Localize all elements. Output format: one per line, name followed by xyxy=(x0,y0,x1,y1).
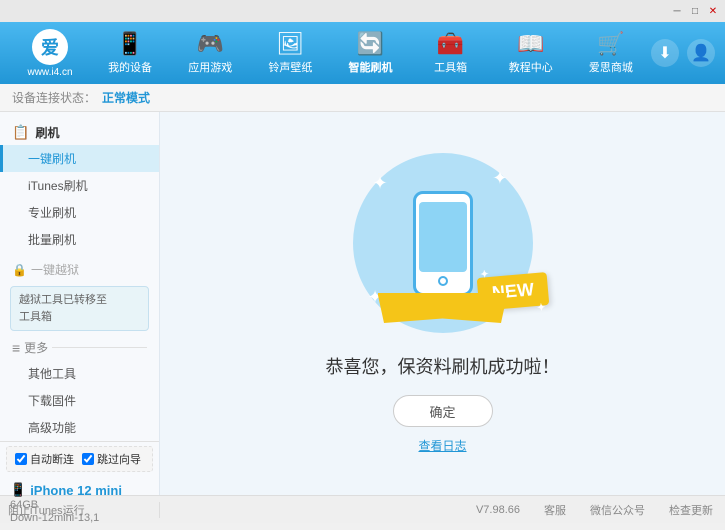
nav-tutorial[interactable]: 📖 教程中心 xyxy=(496,31,566,75)
maximize-button[interactable]: □ xyxy=(687,3,703,19)
nav-toolbox[interactable]: 🧰 工具箱 xyxy=(416,31,486,75)
skip-wizard-label: 跳过向导 xyxy=(97,451,141,467)
status-bar: 设备连接状态： 正常模式 xyxy=(0,84,725,112)
content-area: ✦ ✦ ✦ NEW 恭喜您，保资料刷机成功啦！ 确定 查看日志 xyxy=(160,112,725,495)
sidebar-item-other-tools[interactable]: 其他工具 xyxy=(0,360,159,387)
toolbox-label: 工具箱 xyxy=(434,59,467,75)
tutorial-icon: 📖 xyxy=(517,31,544,57)
jailbreak-notice-text: 越狱工具已转移至工具箱 xyxy=(19,294,107,323)
logo[interactable]: 爱 www.i4.cn xyxy=(10,29,90,78)
check-update-link[interactable]: 检查更新 xyxy=(669,502,713,518)
user-button[interactable]: 👤 xyxy=(687,39,715,67)
toolbox-icon: 🧰 xyxy=(437,31,464,57)
divider-line xyxy=(52,347,147,348)
daily-link[interactable]: 查看日志 xyxy=(418,437,466,454)
close-button[interactable]: ✕ xyxy=(705,3,721,19)
tutorial-label: 教程中心 xyxy=(509,59,553,75)
flash-section: 📋 刷机 一键刷机 iTunes刷机 专业刷机 批量刷机 xyxy=(0,120,159,253)
footer-left: 阻止iTunes运行 xyxy=(0,502,160,518)
download-button[interactable]: ⬇ xyxy=(651,39,679,67)
phone-home xyxy=(438,276,448,286)
sparkle-tl: ✦ xyxy=(373,173,388,194)
minimize-button[interactable]: ─ xyxy=(669,3,685,19)
footer-main: V7.98.66 客服 微信公众号 检查更新 xyxy=(160,502,725,518)
one-key-jailbreak-label: 一键越狱 xyxy=(31,261,79,278)
ribbon xyxy=(378,293,508,323)
jailbreak-notice: 越狱工具已转移至工具箱 xyxy=(10,286,149,331)
sidebar-item-pro-flash[interactable]: 专业刷机 xyxy=(0,199,159,226)
sidebar-item-download-firmware[interactable]: 下载固件 xyxy=(0,387,159,414)
main-layout: 📋 刷机 一键刷机 iTunes刷机 专业刷机 批量刷机 🔒 一键越狱 越狱工具… xyxy=(0,112,725,495)
logo-subtitle: www.i4.cn xyxy=(27,67,72,78)
customer-service-link[interactable]: 客服 xyxy=(544,502,566,518)
confirm-button[interactable]: 确定 xyxy=(393,395,493,427)
more-section-icon: ≡ xyxy=(12,340,20,356)
auto-disconnect-input[interactable] xyxy=(15,453,27,465)
auto-disconnect-checkbox[interactable]: 自动断连 xyxy=(15,451,74,467)
sidebar-item-advanced[interactable]: 高级功能 xyxy=(0,414,159,441)
phone-illustration: ✦ ✦ ✦ NEW xyxy=(353,153,533,333)
smart-flash-label: 智能刷机 xyxy=(348,59,392,75)
nav-right: ⬇ 👤 xyxy=(651,39,715,67)
flash-section-header: 📋 刷机 xyxy=(0,120,159,145)
skip-wizard-checkbox[interactable]: 跳过向导 xyxy=(82,451,141,467)
nav-my-device[interactable]: 📱 我的设备 xyxy=(95,31,165,75)
header: 爱 www.i4.cn 📱 我的设备 🎮 应用游戏 🖼 铃声壁纸 🔄 智能刷机 … xyxy=(0,22,725,84)
status-value: 正常模式 xyxy=(102,89,150,106)
lock-icon: 🔒 xyxy=(12,263,27,277)
sparkle-tr: ✦ xyxy=(492,168,507,189)
sidebar: 📋 刷机 一键刷机 iTunes刷机 专业刷机 批量刷机 🔒 一键越狱 越狱工具… xyxy=(0,112,160,495)
smart-flash-icon: 🔄 xyxy=(357,31,384,57)
phone-body xyxy=(413,191,473,296)
logo-icon: 爱 xyxy=(32,29,68,65)
more-section-divider: ≡ 更多 xyxy=(0,335,159,360)
my-device-icon: 📱 xyxy=(116,31,143,57)
device-name: 📱 iPhone 12 mini xyxy=(10,482,149,498)
apps-games-icon: 🎮 xyxy=(197,31,224,57)
skip-wizard-input[interactable] xyxy=(82,453,94,465)
sidebar-item-itunes-flash[interactable]: iTunes刷机 xyxy=(0,172,159,199)
title-bar: ─ □ ✕ xyxy=(0,0,725,22)
version-label: V7.98.66 xyxy=(476,504,520,516)
auto-disconnect-label: 自动断连 xyxy=(30,451,74,467)
more-section-label: 更多 xyxy=(24,339,48,356)
istore-icon: 🛒 xyxy=(597,31,624,57)
success-text: 恭喜您，保资料刷机成功啦！ xyxy=(326,353,560,379)
sidebar-item-batch-flash[interactable]: 批量刷机 xyxy=(0,226,159,253)
nav-istore[interactable]: 🛒 爱思商城 xyxy=(576,31,646,75)
ringtones-label: 铃声壁纸 xyxy=(268,59,312,75)
status-label: 设备连接状态： xyxy=(12,89,96,106)
sidebar-item-one-key-flash[interactable]: 一键刷机 xyxy=(0,145,159,172)
flash-section-label: 刷机 xyxy=(35,124,59,141)
device-name-text: iPhone 12 mini xyxy=(30,483,122,498)
checkboxes-area: 自动断连 跳过向导 xyxy=(6,446,153,472)
nav-ringtones[interactable]: 🖼 铃声壁纸 xyxy=(255,31,325,75)
phone-screen xyxy=(419,202,467,272)
flash-section-icon: 📋 xyxy=(12,124,29,141)
my-device-label: 我的设备 xyxy=(108,59,152,75)
ringtones-icon: 🖼 xyxy=(276,31,304,57)
device-phone-icon: 📱 xyxy=(10,482,26,498)
one-key-jailbreak-header: 🔒 一键越狱 xyxy=(0,257,159,282)
nav-smart-flash[interactable]: 🔄 智能刷机 xyxy=(335,31,405,75)
wechat-link[interactable]: 微信公众号 xyxy=(590,502,645,518)
stop-itunes-label[interactable]: 阻止iTunes运行 xyxy=(8,502,85,518)
nav-apps-games[interactable]: 🎮 应用游戏 xyxy=(175,31,245,75)
nav-items: 📱 我的设备 🎮 应用游戏 🖼 铃声壁纸 🔄 智能刷机 🧰 工具箱 📖 教程中心… xyxy=(90,31,651,75)
apps-games-label: 应用游戏 xyxy=(188,59,232,75)
istore-label: 爱思商城 xyxy=(589,59,633,75)
